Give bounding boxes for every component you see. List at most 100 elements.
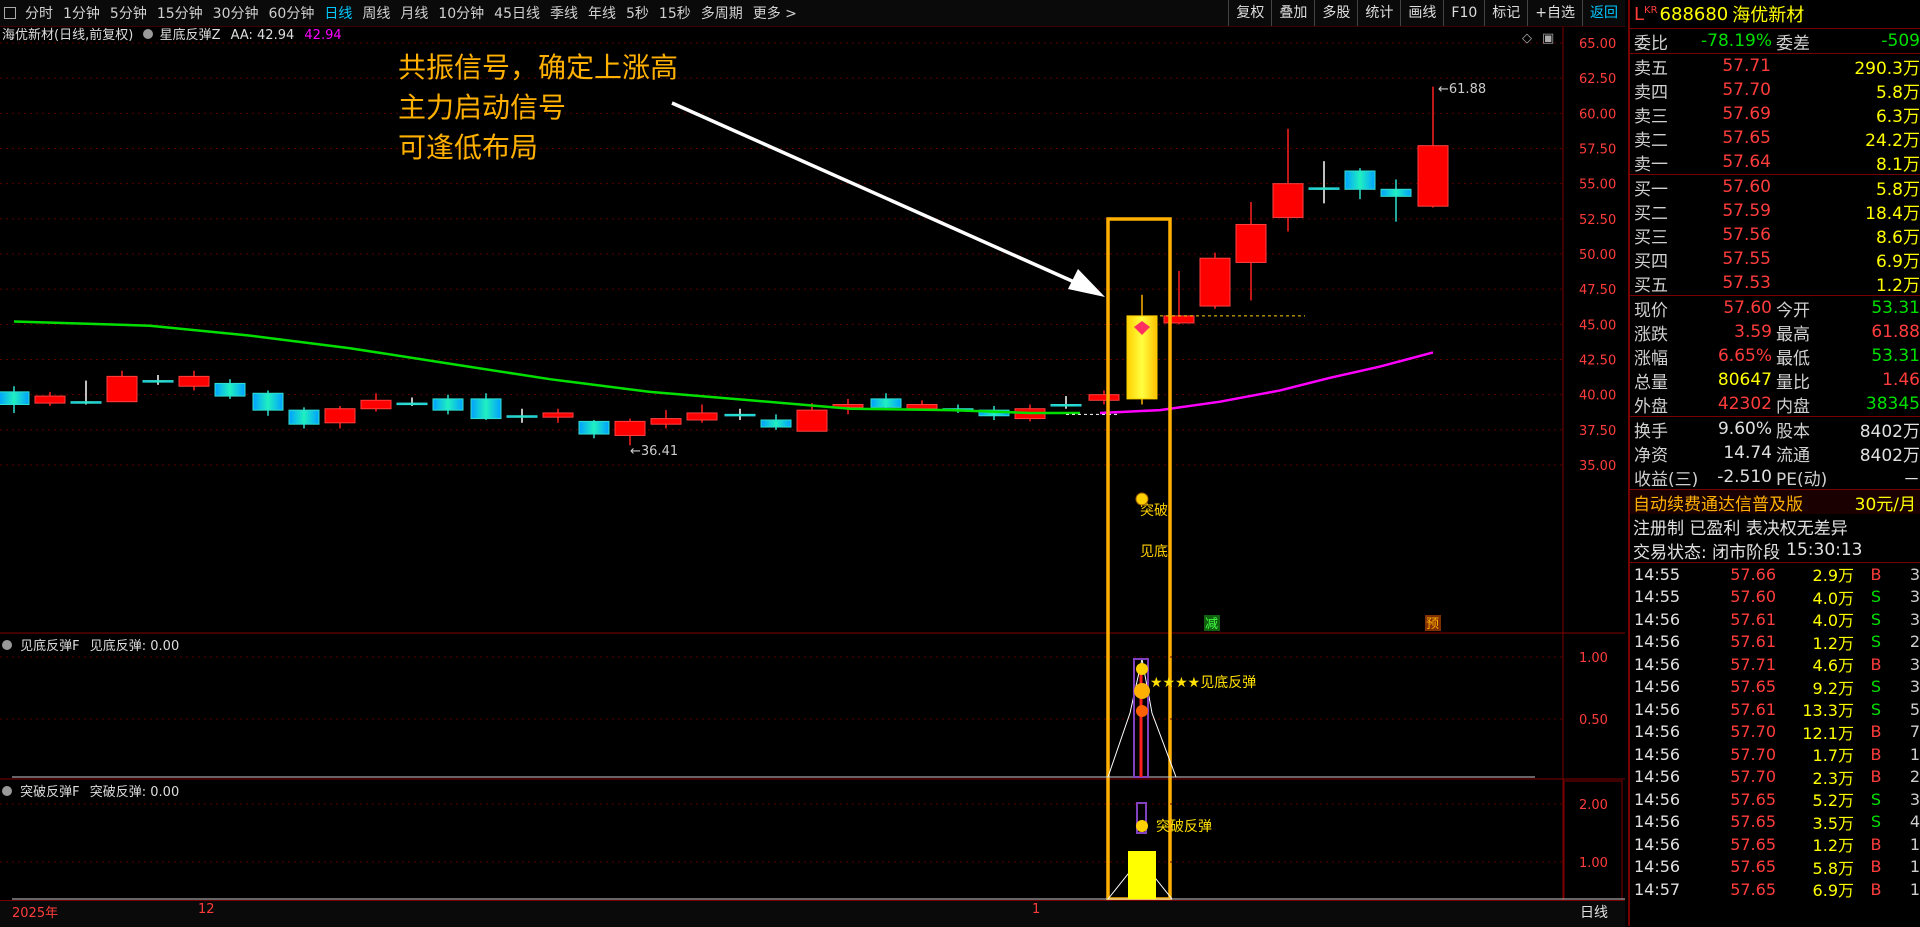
sell-row[interactable]: 卖五 57.71 290.3万 <box>1630 54 1920 79</box>
stat-label: 涨幅 <box>1634 348 1668 369</box>
stat-value: 6.65% <box>1717 346 1772 366</box>
sub2-tick-label: 1.00 <box>1579 856 1608 871</box>
trade-flag: B <box>1870 879 1882 899</box>
promo-price[interactable]: 30元/月 <box>1855 490 1920 515</box>
y-tick-label: 62.50 <box>1579 72 1616 87</box>
trade-price: 57.66 <box>1730 564 1776 584</box>
signal-jiandi-label: 见底 <box>1140 544 1168 560</box>
chart-area[interactable]: 65.00 62.50 60.00 57.50 55.00 52.50 50.00 47.50… <box>0 27 1625 926</box>
order-volume: 6.9万 <box>1875 251 1920 272</box>
buy-row[interactable]: 买五 57.53 1.2万 <box>1630 271 1920 296</box>
trade-time: 14:56 <box>1634 699 1681 719</box>
period-tab[interactable]: 5秒 <box>621 3 654 23</box>
promo-row[interactable]: 自动续费通达信普及版 30元/月 <box>1630 490 1920 515</box>
trade-flag: S <box>1870 587 1882 607</box>
toolbar-button[interactable]: 返回 <box>1582 0 1625 26</box>
trade-count: 3 <box>1909 609 1920 629</box>
trade-ticks[interactable]: 14:55 57.66 2.9万 B 3 14:55 57.60 4.0万 S 3 14:56 57.… <box>1630 563 1920 901</box>
stat-value: 57.60 <box>1723 298 1772 318</box>
toolbar-button[interactable]: +自选 <box>1527 0 1582 26</box>
trade-time: 14:56 <box>1634 609 1681 629</box>
candle-body <box>1088 394 1120 401</box>
sub1-header: 见底反弹F 见底反弹: 0.00 <box>2 635 179 654</box>
sell-row[interactable]: 卖二 57.65 24.2万 <box>1630 126 1920 151</box>
toolbar-button[interactable]: 画线 <box>1400 0 1443 26</box>
candle-body <box>396 402 428 406</box>
period-tab[interactable]: 周线 <box>357 3 395 23</box>
buy-row[interactable]: 买二 57.59 18.4万 <box>1630 199 1920 224</box>
aa-value-2: 42.94 <box>304 28 342 43</box>
candle-body <box>214 382 246 397</box>
candle-body <box>1272 183 1304 218</box>
sub1-toggle-icon[interactable] <box>2 640 12 650</box>
annotation-line-2: 主力启动信号 <box>398 91 567 124</box>
indicator-name[interactable]: 星底反弹Z <box>160 28 221 43</box>
sell-row[interactable]: 卖四 57.70 5.8万 <box>1630 78 1920 103</box>
trade-price: 57.65 <box>1730 812 1776 832</box>
trade-flag: S <box>1870 699 1882 719</box>
sub1-title[interactable]: 见底反弹F <box>20 639 79 654</box>
toolbar-button[interactable]: 统计 <box>1357 0 1400 26</box>
sub2-toggle-icon[interactable] <box>2 786 12 796</box>
period-tab[interactable]: 季线 <box>545 3 583 23</box>
toolbar-button[interactable]: 叠加 <box>1271 0 1314 26</box>
stat-row: 涨跌 3.59 最高 61.88 <box>1630 320 1920 345</box>
order-volume: 1.2万 <box>1875 275 1920 296</box>
buy-row[interactable]: 买一 57.60 5.8万 <box>1630 175 1920 200</box>
period-tab[interactable]: 1分钟 <box>58 3 105 23</box>
stat-row: 外盘 42302 内盘 38345 <box>1630 392 1920 417</box>
kline-chart-svg[interactable]: 65.00 62.50 60.00 57.50 55.00 52.50 50.00 47.50… <box>0 27 1625 926</box>
sub1-up-icon <box>1136 705 1148 717</box>
status-row: 交易状态: 闭市阶段 15:30:13 <box>1630 538 1920 563</box>
period-tab[interactable]: 多周期 <box>696 3 748 23</box>
period-tab[interactable]: 15分钟 <box>152 3 208 23</box>
period-tab[interactable]: 5分钟 <box>105 3 152 23</box>
menu-square-icon[interactable] <box>4 7 16 19</box>
sell-row[interactable]: 卖一 57.64 8.1万 <box>1630 150 1920 175</box>
period-tab[interactable]: 45日线 <box>489 3 545 23</box>
sell-row[interactable]: 卖三 57.69 6.3万 <box>1630 102 1920 127</box>
trade-row: 14:56 57.65 3.5万 S 4 <box>1630 811 1920 834</box>
toolbar-button[interactable]: 标记 <box>1484 0 1527 26</box>
annotation-line-3: 可逢低布局 <box>398 131 539 164</box>
stat-value: 42302 <box>1717 394 1772 414</box>
candle-body <box>432 398 464 411</box>
period-tab[interactable]: 60分钟 <box>264 3 320 23</box>
period-tab[interactable]: 月线 <box>395 3 433 23</box>
trade-count: 1 <box>1909 744 1920 764</box>
trade-price: 57.65 <box>1730 677 1776 697</box>
stat-row: 涨幅 6.65% 最低 53.31 <box>1630 344 1920 369</box>
candle-body <box>70 401 102 404</box>
chart-header: 海优新材(日线,前复权) 星底反弹Z AA: 42.94 42.94 <box>2 24 342 43</box>
promo-text[interactable]: 自动续费通达信普及版 <box>1630 490 1803 515</box>
period-label[interactable]: 日线 <box>1580 902 1608 922</box>
period-tab[interactable]: 分时 <box>20 3 58 23</box>
trade-flag: B <box>1870 654 1882 674</box>
stat-value: － <box>1903 469 1920 490</box>
stat-value: 61.88 <box>1871 322 1920 342</box>
period-tab[interactable]: 30分钟 <box>208 3 264 23</box>
buy-row[interactable]: 买三 57.56 8.6万 <box>1630 223 1920 248</box>
trade-flag: B <box>1870 857 1882 877</box>
candle-body <box>724 413 756 417</box>
sub2-title[interactable]: 突破反弹F <box>20 785 79 800</box>
indicator-toggle-icon[interactable] <box>143 29 154 39</box>
period-tab[interactable]: 日线 <box>319 3 357 23</box>
toolbar-button[interactable]: 复权 <box>1228 0 1271 26</box>
candle-body <box>614 420 646 436</box>
trade-row: 14:56 57.65 5.8万 B 1 <box>1630 856 1920 879</box>
toolbar-button[interactable]: 多股 <box>1314 0 1357 26</box>
period-tab[interactable]: 年线 <box>583 3 621 23</box>
toolbar-button[interactable]: F10 <box>1443 0 1484 26</box>
buy-row[interactable]: 买四 57.55 6.9万 <box>1630 247 1920 272</box>
period-tab[interactable]: 更多 > <box>748 3 802 23</box>
trade-flag: B <box>1870 834 1882 854</box>
period-tab[interactable]: 10分钟 <box>433 3 489 23</box>
period-tab[interactable]: 15秒 <box>654 3 696 23</box>
trade-count: 5 <box>1909 699 1920 719</box>
stat-label: 最低 <box>1776 348 1810 369</box>
candle-body <box>1344 170 1376 190</box>
trade-time: 14:55 <box>1634 587 1681 607</box>
order-level: 买五 <box>1634 275 1668 296</box>
order-level: 买四 <box>1634 251 1668 272</box>
